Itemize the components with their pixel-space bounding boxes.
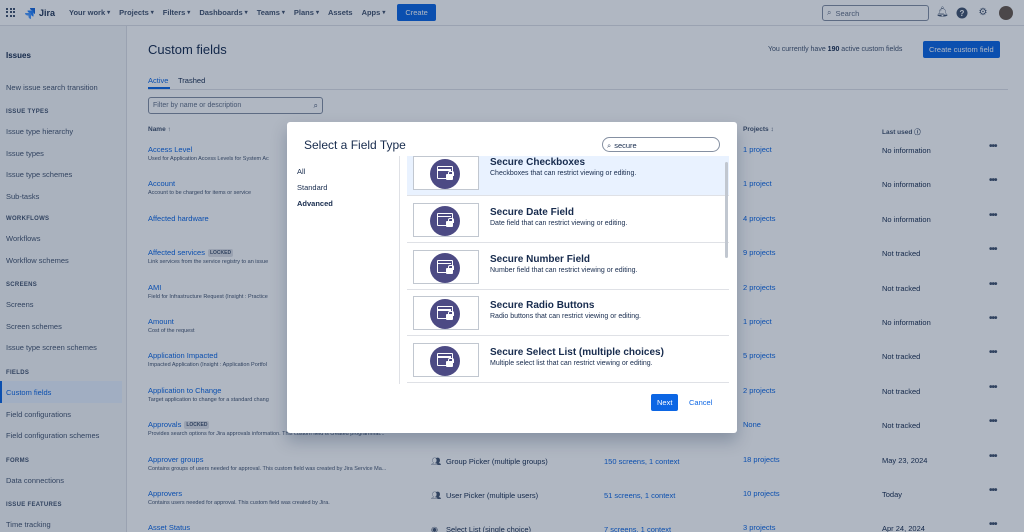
field-type-name: Secure Number Field [490, 253, 591, 265]
field-type-name: Secure Radio Buttons [490, 300, 595, 312]
field-type-search-input[interactable]: ⌕ secure [602, 137, 720, 152]
category-standard[interactable]: Standard [297, 183, 327, 192]
field-type-list: Secure Checkboxes Checkboxes that can res… [405, 156, 731, 384]
category-divider [399, 156, 400, 384]
field-type-description: Number field that can restrict viewing o… [490, 266, 638, 274]
field-type-option-secure-date-field[interactable]: Secure Date Field Date field that can res… [407, 199, 729, 243]
secure-field-icon [413, 296, 479, 331]
field-type-name: Secure Select List (multiple choices) [490, 347, 664, 359]
field-type-option-secure-checkboxes[interactable]: Secure Checkboxes Checkboxes that can res… [407, 156, 729, 196]
field-type-search-value: secure [614, 141, 637, 150]
field-type-name: Secure Date Field [490, 206, 574, 218]
secure-field-icon [413, 249, 479, 284]
field-type-option-secure-number-field[interactable]: Secure Number Field Number field that can… [407, 246, 729, 290]
field-type-option-secure-select-list-multiple-choices[interactable]: Secure Select List (multiple choices) Mul… [407, 339, 729, 384]
list-scrollbar[interactable] [725, 162, 728, 258]
secure-field-icon [413, 156, 479, 190]
field-type-description: Multiple select list that can restrict v… [490, 360, 653, 368]
jira-admin-page: Jira Your work ▾ Projects ▾ Filters ▾ Dashboar… [0, 0, 1024, 532]
field-type-description: Date field that can restrict viewing or … [490, 219, 628, 227]
field-type-option-secure-radio-buttons[interactable]: Secure Radio Buttons Radio buttons that c… [407, 292, 729, 337]
cancel-button[interactable]: Cancel [689, 398, 712, 407]
category-advanced[interactable]: Advanced [297, 199, 333, 208]
search-icon: ⌕ [607, 140, 612, 150]
secure-field-icon [413, 343, 479, 378]
field-type-description: Radio buttons that can restrict viewing … [490, 313, 641, 321]
field-type-description: Checkboxes that can restrict viewing or … [490, 170, 637, 177]
category-all[interactable]: All [297, 167, 305, 176]
dialog-title: Select a Field Type [304, 138, 406, 152]
next-button[interactable]: Next [651, 394, 679, 411]
select-field-type-dialog: Select a Field Type ⌕ secure All Standar… [287, 122, 737, 433]
field-type-name: Secure Checkboxes [490, 157, 586, 168]
secure-field-icon [413, 202, 479, 237]
